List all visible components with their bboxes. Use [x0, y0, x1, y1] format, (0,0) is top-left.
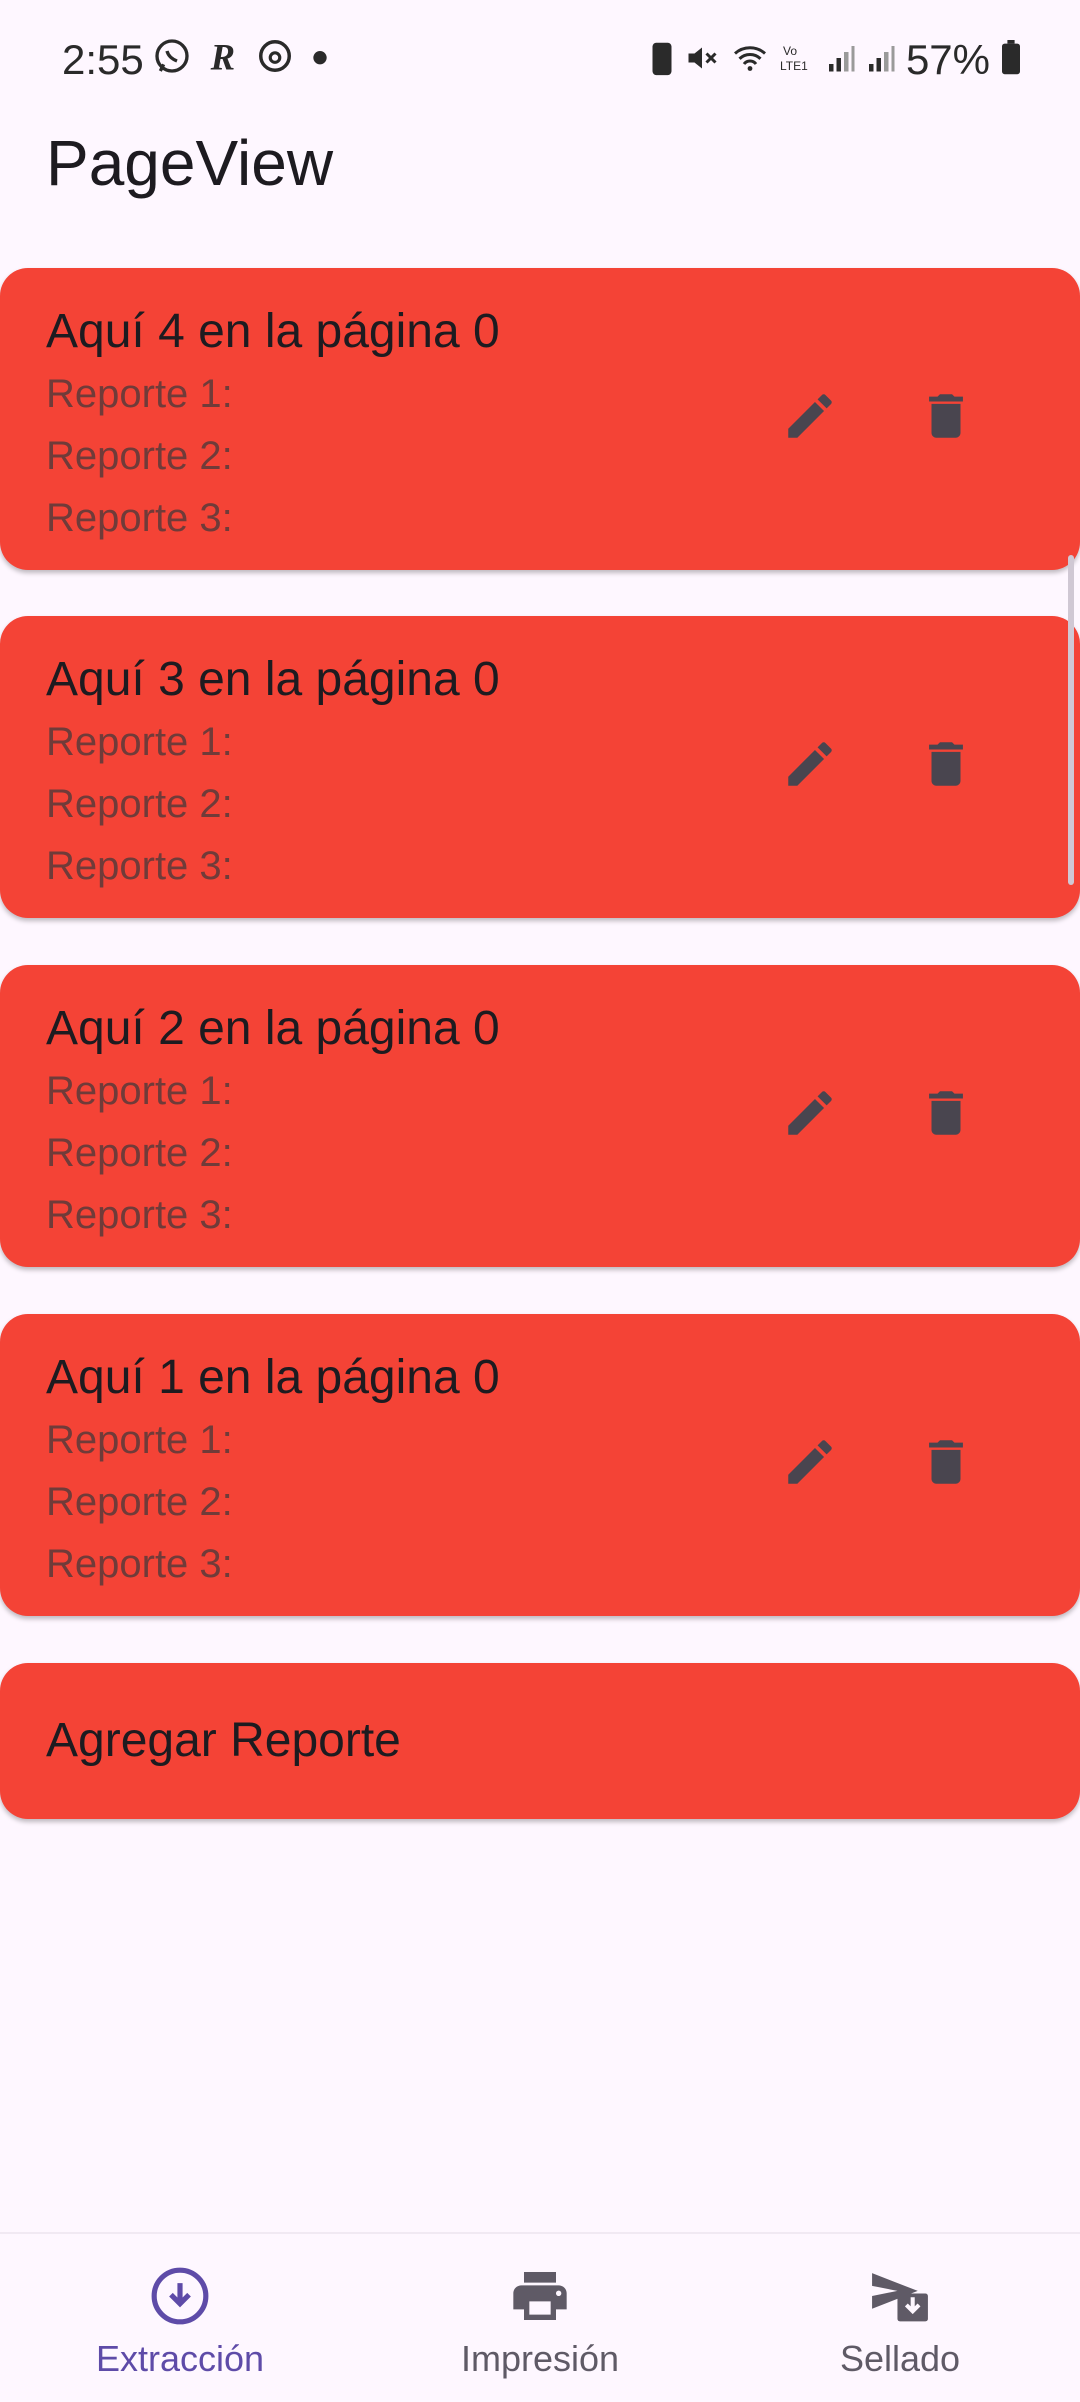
svg-text:LTE1: LTE1: [780, 59, 808, 73]
delete-button[interactable]: [906, 378, 986, 458]
trash-icon: [917, 387, 975, 450]
report-line: Reporte 3:: [46, 1193, 233, 1237]
pencil-icon: [781, 735, 839, 798]
signal-icon: [866, 40, 896, 81]
r-app-icon: R: [206, 36, 242, 76]
report-card[interactable]: Aquí 3 en la página 0 Reporte 1: Reporte…: [0, 616, 1080, 918]
trash-icon: [917, 735, 975, 798]
pencil-icon: [781, 1084, 839, 1147]
signal-icon: [826, 40, 856, 81]
report-line: Reporte 1:: [46, 1069, 233, 1113]
report-card[interactable]: Aquí 4 en la página 0 Reporte 1: Reporte…: [0, 268, 1080, 570]
status-time: 2:55: [62, 36, 144, 83]
report-line: Reporte 2:: [46, 782, 233, 826]
report-line: Reporte 3:: [46, 496, 233, 540]
report-line: Reporte 1:: [46, 372, 233, 416]
dot-icon: [308, 36, 332, 76]
whatsapp-icon: [152, 36, 192, 76]
delete-button[interactable]: [906, 726, 986, 806]
mute-icon: [684, 40, 720, 81]
system-icons: Vo LTE1 57%: [650, 36, 1022, 84]
report-line: Reporte 3:: [46, 844, 233, 888]
nav-label: Extracción: [95, 2338, 265, 2379]
nav-item-sellado[interactable]: Sellado: [720, 2234, 1080, 2402]
download-circle-icon: [149, 2264, 211, 2328]
battery-percent: 57%: [905, 36, 990, 83]
nav-item-impresion[interactable]: Impresión: [360, 2234, 720, 2402]
edit-button[interactable]: [770, 378, 850, 458]
report-title: Aquí 3 en la página 0: [46, 653, 500, 706]
report-title: Aquí 2 en la página 0: [46, 1002, 500, 1055]
report-line: Reporte 2:: [46, 1480, 233, 1524]
printer-icon: [508, 2264, 572, 2328]
add-report-label: Agregar Reporte: [46, 1714, 401, 1767]
report-line: Reporte 3:: [46, 1542, 233, 1586]
svg-text:Vo: Vo: [783, 44, 797, 58]
edit-button[interactable]: [770, 1424, 850, 1504]
report-line: Reporte 2:: [46, 1131, 233, 1175]
report-line: Reporte 1:: [46, 1418, 233, 1462]
report-line: Reporte 1:: [46, 720, 233, 764]
report-card[interactable]: Aquí 2 en la página 0 Reporte 1: Reporte…: [0, 965, 1080, 1267]
delete-button[interactable]: [906, 1075, 986, 1155]
svg-text:R: R: [210, 36, 235, 76]
threads-icon: [256, 36, 294, 76]
scrollbar[interactable]: [1068, 555, 1074, 885]
notification-icons: R: [152, 36, 332, 76]
delete-button[interactable]: [906, 1424, 986, 1504]
trash-icon: [917, 1433, 975, 1496]
volte-icon: Vo LTE1: [780, 40, 816, 81]
page-title: PageView: [46, 127, 334, 199]
pencil-icon: [781, 387, 839, 450]
status-bar: 2:55 R Vo LTE1 57%: [0, 0, 1080, 120]
report-title: Aquí 1 en la página 0: [46, 1351, 500, 1404]
report-line: Reporte 2:: [46, 434, 233, 478]
wifi-icon: [730, 40, 770, 81]
report-title: Aquí 4 en la página 0: [46, 305, 500, 358]
trash-icon: [917, 1084, 975, 1147]
report-card[interactable]: Aquí 1 en la página 0 Reporte 1: Reporte…: [0, 1314, 1080, 1616]
edit-button[interactable]: [770, 1075, 850, 1155]
add-report-button[interactable]: Agregar Reporte: [0, 1663, 1080, 1819]
bottom-navigation: Extracción Impresión Sellado: [0, 2232, 1080, 2402]
nav-label: Impresión: [460, 2338, 620, 2379]
battery-icon: [1000, 39, 1022, 81]
battery-saver-icon: [650, 39, 674, 82]
edit-button[interactable]: [770, 726, 850, 806]
pencil-icon: [781, 1433, 839, 1496]
send-inbox-icon: [867, 2264, 933, 2328]
nav-item-extraccion[interactable]: Extracción: [0, 2234, 360, 2402]
nav-label: Sellado: [839, 2338, 961, 2379]
